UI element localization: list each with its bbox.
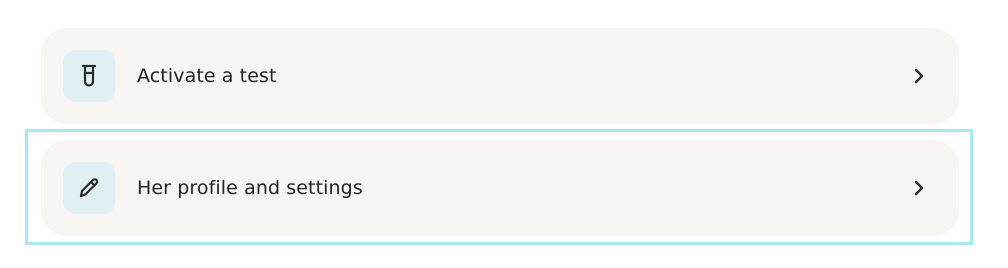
chevron-right-icon bbox=[909, 178, 929, 198]
profile-settings-icon-box bbox=[63, 162, 115, 214]
pencil-icon bbox=[76, 175, 102, 201]
activate-test-label: Activate a test bbox=[137, 65, 277, 87]
activate-test-item[interactable]: Activate a test bbox=[41, 28, 959, 124]
profile-settings-item[interactable]: Her profile and settings bbox=[41, 140, 959, 236]
activate-test-icon-box bbox=[63, 50, 115, 102]
chevron-right-icon bbox=[909, 66, 929, 86]
test-tube-icon bbox=[78, 63, 100, 89]
profile-settings-label: Her profile and settings bbox=[137, 177, 363, 199]
